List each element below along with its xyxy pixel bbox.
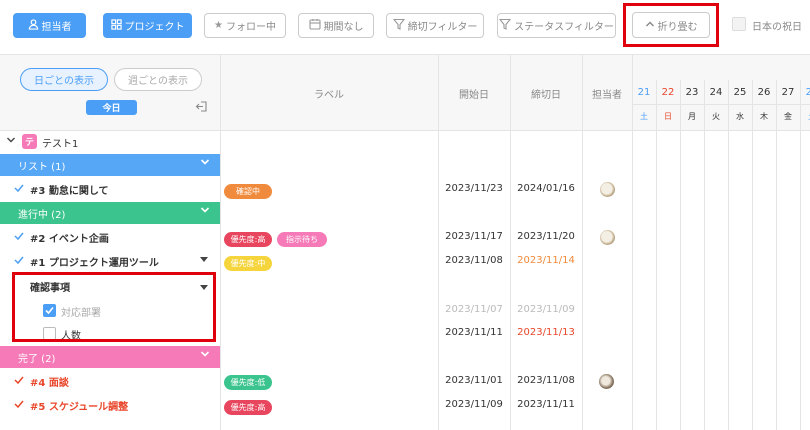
calendar-day: 21	[637, 87, 651, 98]
filter-icon	[498, 18, 512, 33]
checklist-checkbox[interactable]	[43, 327, 56, 340]
following-filter-button[interactable]: ★ フォロー中	[204, 13, 286, 38]
calendar-day: 23	[685, 87, 699, 98]
check-icon[interactable]	[12, 376, 26, 387]
calendar-day: 24	[709, 87, 723, 98]
task-row[interactable]: #2 イベント企画	[0, 226, 109, 248]
task-row[interactable]: #5 スケジュール調整	[0, 394, 128, 416]
checklist-item-label: 対応部署	[61, 308, 101, 319]
task-row[interactable]: #4 面談	[0, 370, 69, 392]
chevron-up-icon	[645, 20, 655, 31]
label-pill: 指示待ち	[277, 232, 327, 247]
chevron-down-icon[interactable]	[200, 206, 210, 217]
calendar-weekday: 土	[800, 111, 810, 122]
jp-holidays-label: 日本の祝日	[752, 22, 802, 33]
calendar-day: 27	[781, 87, 795, 98]
checklist-checkbox-checked[interactable]	[43, 304, 56, 317]
calendar-day: 25	[733, 87, 747, 98]
calendar-weekday: 土	[640, 112, 648, 121]
calendar-icon	[308, 18, 321, 33]
task-row[interactable]: #3 勤怠に関して	[0, 178, 109, 200]
calendar-weekday: 火	[712, 112, 720, 121]
deadline-filter-button[interactable]: 締切フィルター	[386, 13, 484, 38]
avatar	[600, 182, 615, 197]
label-pill: 優先度:高	[224, 232, 272, 247]
deadline-date: 2023/11/13	[517, 327, 575, 338]
checklist-title[interactable]: 確認事項	[30, 279, 70, 294]
check-icon[interactable]	[12, 400, 26, 411]
label-pill: 優先度:中	[224, 256, 272, 271]
weekly-view-toggle[interactable]: 週ごとの表示	[114, 68, 202, 91]
star-icon: ★	[214, 20, 223, 31]
calendar-day: 26	[757, 87, 771, 98]
deadline-date: 2023/11/09	[517, 304, 575, 315]
start-date: 2023/11/23	[445, 183, 503, 194]
person-icon	[28, 18, 39, 33]
chevron-down-icon[interactable]	[200, 350, 210, 361]
column-start-header: 開始日	[459, 90, 489, 101]
avatar	[600, 230, 615, 245]
deadline-date: 2023/11/14	[517, 255, 575, 266]
check-icon[interactable]	[12, 232, 26, 243]
start-date: 2023/11/07	[445, 304, 503, 315]
group-done[interactable]: 完了 (2)	[0, 346, 220, 368]
deadline-date: 2023/11/20	[517, 231, 575, 242]
calendar-weekday: 木	[760, 112, 768, 121]
grid-icon	[110, 18, 122, 33]
caret-down-icon[interactable]	[200, 255, 208, 266]
calendar-day: 22	[661, 87, 675, 98]
avatar	[599, 374, 614, 389]
column-label-header: ラベル	[314, 90, 344, 101]
start-date: 2023/11/11	[445, 327, 503, 338]
no-period-button[interactable]: 期間なし	[298, 13, 374, 38]
caret-down-icon[interactable]	[200, 283, 208, 294]
deadline-date: 2023/11/11	[517, 399, 575, 410]
deadline-date: 2024/01/16	[517, 183, 575, 194]
calendar-weekday: 月	[688, 112, 696, 121]
project-icon: テ	[22, 134, 37, 149]
calendar-weekday: 日	[664, 112, 672, 121]
project-button[interactable]: プロジェクト	[103, 13, 192, 38]
filter-icon	[392, 18, 405, 33]
project-name[interactable]: テスト1	[42, 135, 78, 150]
start-date: 2023/11/08	[445, 255, 503, 266]
calendar-weekday: 金	[784, 112, 792, 121]
check-icon[interactable]	[12, 256, 26, 267]
label-pill: 優先度:高	[224, 400, 272, 415]
check-icon[interactable]	[12, 184, 26, 195]
chevron-down-icon[interactable]	[200, 158, 210, 169]
task-row[interactable]: #1 プロジェクト運用ツール	[0, 250, 159, 272]
project-collapse-chevron-icon[interactable]	[6, 136, 16, 147]
group-list[interactable]: リスト (1)	[0, 154, 220, 176]
start-date: 2023/11/01	[445, 375, 503, 386]
assignee-button[interactable]: 担当者	[13, 13, 86, 38]
label-pill: 優先度:低	[224, 375, 272, 390]
group-in-progress[interactable]: 進行中 (2)	[0, 202, 220, 224]
start-date: 2023/11/09	[445, 399, 503, 410]
calendar-weekday: 水	[736, 112, 744, 121]
checklist-item-label: 人数	[61, 331, 81, 342]
daily-view-toggle[interactable]: 日ごとの表示	[20, 68, 108, 91]
column-deadline-header: 締切日	[531, 90, 561, 101]
start-date: 2023/11/17	[445, 231, 503, 242]
status-filter-button[interactable]: ステータスフィルター	[497, 13, 616, 38]
export-icon[interactable]	[195, 100, 208, 116]
column-assignee-header: 担当者	[592, 90, 622, 101]
jp-holidays-checkbox[interactable]	[732, 17, 746, 31]
label-pill: 確認中	[224, 184, 272, 199]
deadline-date: 2023/11/08	[517, 375, 575, 386]
collapse-button[interactable]: 折り畳む	[632, 12, 710, 38]
calendar-day: 28	[805, 87, 810, 98]
today-button[interactable]: 今日	[86, 100, 137, 115]
